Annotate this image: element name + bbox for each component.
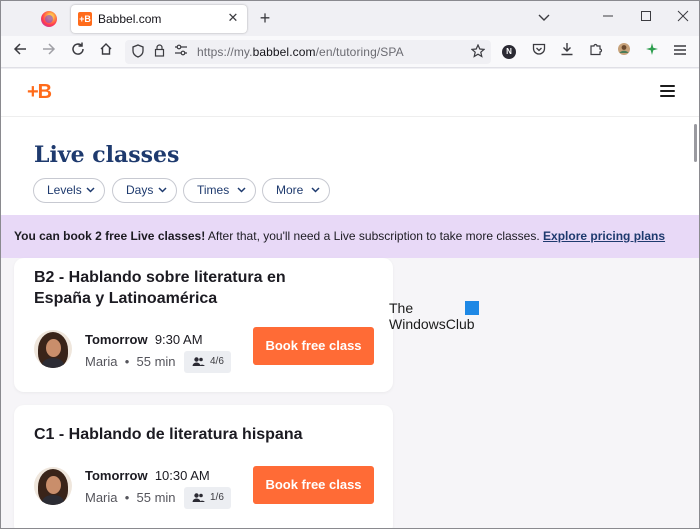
- free-classes-banner: You can book 2 free Live classes! After …: [1, 215, 699, 258]
- seats-count: 1/6: [210, 492, 224, 503]
- page-title: Live classes: [34, 142, 180, 168]
- page-scrollbar[interactable]: [694, 124, 697, 162]
- class-hour: 10:30 AM: [154, 468, 210, 483]
- class-time: Tomorrow 10:30 AM: [85, 468, 210, 483]
- tutor-name: Maria: [85, 354, 118, 369]
- url-host: babbel.com: [252, 45, 316, 59]
- filter-times[interactable]: Times: [183, 178, 256, 203]
- filter-levels-label: Levels: [47, 183, 82, 197]
- banner-text: You can book 2 free Live classes! After …: [14, 229, 665, 243]
- filter-more-label: More: [276, 183, 304, 197]
- window-close-icon[interactable]: [675, 10, 691, 26]
- chevron-down-icon: [237, 179, 246, 211]
- babbel-logo[interactable]: +B: [27, 81, 52, 104]
- web-page: +B Live classes Levels Days Times More Y…: [1, 69, 699, 528]
- watermark-text: The WindowsClub: [389, 300, 475, 332]
- bookmark-star-icon[interactable]: [470, 43, 486, 60]
- seats-count: 4/6: [210, 356, 224, 367]
- home-icon[interactable]: [96, 42, 116, 62]
- tutor-avatar: [34, 467, 72, 505]
- class-day: Tomorrow: [85, 468, 148, 483]
- url-path: /en/tutoring/SPA: [315, 45, 404, 59]
- class-card[interactable]: C1 - Hablando de literatura hispana Tomo…: [14, 405, 393, 528]
- watermark-line-1: The: [389, 300, 414, 316]
- site-menu-icon[interactable]: [660, 85, 675, 97]
- tab-close-icon[interactable]: ✕: [225, 10, 241, 26]
- url-prefix: https://my.: [197, 45, 253, 59]
- watermark-line-2: WindowsClub: [389, 316, 475, 332]
- tutor-info: Maria • 55 min: [85, 490, 176, 505]
- tutor-avatar: [34, 330, 72, 368]
- back-arrow-icon[interactable]: [10, 42, 30, 62]
- tab-babbel[interactable]: +B Babbel.com ✕: [71, 5, 247, 33]
- explore-pricing-link[interactable]: Explore pricing plans: [543, 229, 665, 243]
- extensions-puzzle-icon[interactable]: [586, 42, 606, 62]
- filter-levels[interactable]: Levels: [33, 178, 105, 203]
- tutor-name: Maria: [85, 490, 118, 505]
- chevron-down-icon: [311, 179, 320, 211]
- url-text[interactable]: https://my.babbel.com/en/tutoring/SPA: [197, 45, 404, 59]
- navigation-toolbar: https://my.babbel.com/en/tutoring/SPA N: [1, 36, 699, 68]
- lock-icon[interactable]: [151, 44, 167, 60]
- firefox-view-icon[interactable]: [41, 11, 57, 27]
- forward-arrow-icon[interactable]: [39, 42, 59, 62]
- site-header: +B: [1, 69, 699, 117]
- tutor-info: Maria • 55 min: [85, 354, 176, 369]
- new-tab-icon[interactable]: +: [256, 9, 274, 27]
- book-free-class-button[interactable]: Book free class: [253, 466, 374, 504]
- filter-days-label: Days: [126, 183, 154, 197]
- seats-badge: 1/6: [184, 487, 231, 509]
- banner-body-text: After that, you'll need a Live subscript…: [205, 229, 544, 243]
- tab-title: Babbel.com: [98, 12, 162, 26]
- people-icon: [192, 351, 205, 382]
- extension-n-icon[interactable]: N: [502, 45, 516, 59]
- profile-extension-icon[interactable]: [614, 42, 634, 62]
- class-duration: 55 min: [136, 354, 176, 369]
- downloads-icon[interactable]: [557, 42, 577, 62]
- class-day: Tomorrow: [85, 332, 148, 347]
- filter-times-label: Times: [197, 183, 230, 197]
- permissions-icon[interactable]: [173, 44, 189, 60]
- people-icon: [192, 487, 205, 518]
- list-all-tabs-icon[interactable]: [536, 10, 552, 26]
- class-duration: 55 min: [136, 490, 176, 505]
- app-menu-icon[interactable]: [670, 42, 690, 62]
- class-hour: 9:30 AM: [154, 332, 203, 347]
- pocket-icon[interactable]: [529, 42, 549, 62]
- main-content: Live classes Levels Days Times More You …: [1, 118, 699, 528]
- browser-window: +B Babbel.com ✕ + https://my.babbel.com/…: [0, 0, 700, 529]
- minimize-icon[interactable]: [600, 10, 616, 26]
- seats-badge: 4/6: [184, 351, 231, 373]
- class-card[interactable]: B2 - Hablando sobre literatura en España…: [14, 258, 393, 392]
- tracking-protection-shield-icon[interactable]: [130, 44, 146, 60]
- reload-icon[interactable]: [68, 42, 88, 62]
- chevron-down-icon: [86, 179, 95, 211]
- babbel-favicon-icon: +B: [78, 12, 92, 26]
- hero-section: Live classes Levels Days Times More: [1, 118, 699, 215]
- filter-more[interactable]: More: [262, 178, 330, 203]
- class-time: Tomorrow 9:30 AM: [85, 332, 203, 347]
- class-title: C1 - Hablando de literatura hispana: [34, 426, 303, 443]
- chevron-down-icon: [158, 179, 167, 211]
- class-title: B2 - Hablando sobre literatura en España…: [34, 269, 286, 307]
- address-bar[interactable]: https://my.babbel.com/en/tutoring/SPA: [125, 40, 491, 64]
- tab-bar: +B Babbel.com ✕ +: [1, 1, 699, 36]
- filter-days[interactable]: Days: [112, 178, 177, 203]
- banner-bold-text: You can book 2 free Live classes!: [14, 229, 206, 243]
- book-free-class-button[interactable]: Book free class: [253, 327, 374, 365]
- maximize-icon[interactable]: [638, 10, 654, 26]
- extension-green-icon[interactable]: [642, 42, 662, 62]
- windows-logo-icon: [465, 301, 479, 315]
